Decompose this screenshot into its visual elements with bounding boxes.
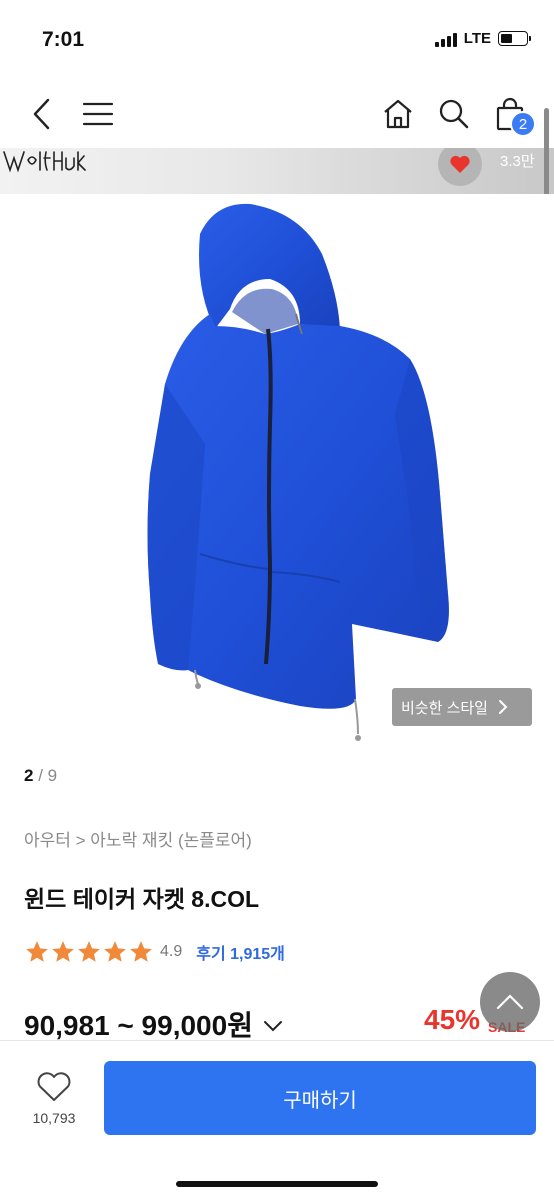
price-range: 90,981 ~ 99,000원 (24, 1010, 253, 1041)
review-link[interactable]: 후기 1,915개 (196, 940, 285, 964)
network-label: LTE (463, 30, 491, 47)
like-count: 3.3만 (500, 153, 535, 170)
status-indicators: LTE (434, 30, 531, 47)
brand-logo[interactable] (2, 148, 86, 181)
breadcrumb[interactable]: 아우터 > 아노락 재킷 (논플로어) (24, 826, 252, 851)
heart-outline-icon (37, 1072, 71, 1101)
search-icon (439, 99, 469, 129)
battery-icon (498, 31, 531, 46)
menu-icon (82, 102, 114, 126)
price-row[interactable]: 90,981 ~ 99,000원 (24, 1004, 283, 1044)
buy-button[interactable]: 구매하기 (104, 1061, 536, 1135)
status-time: 7:01 (42, 28, 85, 51)
jacket-photo (147, 203, 449, 741)
home-indicator (176, 1181, 378, 1187)
total-pages: 9 (47, 766, 58, 785)
rating-row: 4.9 후기 1,915개 (24, 940, 285, 964)
home-button[interactable] (378, 94, 418, 134)
chevron-up-icon (496, 994, 524, 1010)
status-bar: 7:01 LTE (0, 0, 554, 80)
heart-icon (450, 155, 470, 173)
wishlist-button[interactable]: 10,793 (22, 1071, 86, 1126)
cart-count-badge: 2 (510, 111, 536, 137)
back-button[interactable] (22, 94, 62, 134)
scrollbar[interactable] (544, 108, 549, 196)
brand-strip: 3.3만 (0, 148, 554, 194)
page-separator: / (33, 766, 48, 785)
brand-logo-image (3, 151, 86, 173)
similar-style-button[interactable]: 비슷한 스타일 (392, 688, 532, 726)
star-icon (26, 941, 48, 962)
wishlist-count: 10,793 (32, 1110, 76, 1126)
similar-style-label: 비슷한 스타일 (401, 699, 488, 717)
bottom-bar: 10,793 구매하기 (0, 1040, 554, 1200)
rating-stars (24, 939, 154, 965)
chevron-down-icon (263, 1021, 282, 1032)
back-icon (33, 98, 50, 130)
scroll-top-button[interactable] (480, 972, 540, 1032)
like-button[interactable] (438, 148, 482, 186)
menu-button[interactable] (78, 94, 118, 134)
search-button[interactable] (434, 94, 474, 134)
star-icon (130, 941, 152, 962)
product-title: 윈드 테이커 자켓 8.COL (24, 886, 260, 912)
star-icon (78, 941, 100, 962)
star-icon (52, 941, 74, 962)
nav-bar (0, 80, 554, 146)
home-icon (384, 99, 412, 129)
discount-rate: 45% (424, 1004, 481, 1035)
image-page-indicator: 2 / 9 (24, 766, 57, 786)
star-icon (104, 941, 126, 962)
chevron-right-icon (498, 700, 508, 714)
rating-value: 4.9 (160, 943, 183, 960)
product-image[interactable] (0, 194, 554, 754)
signal-icon (434, 31, 457, 47)
